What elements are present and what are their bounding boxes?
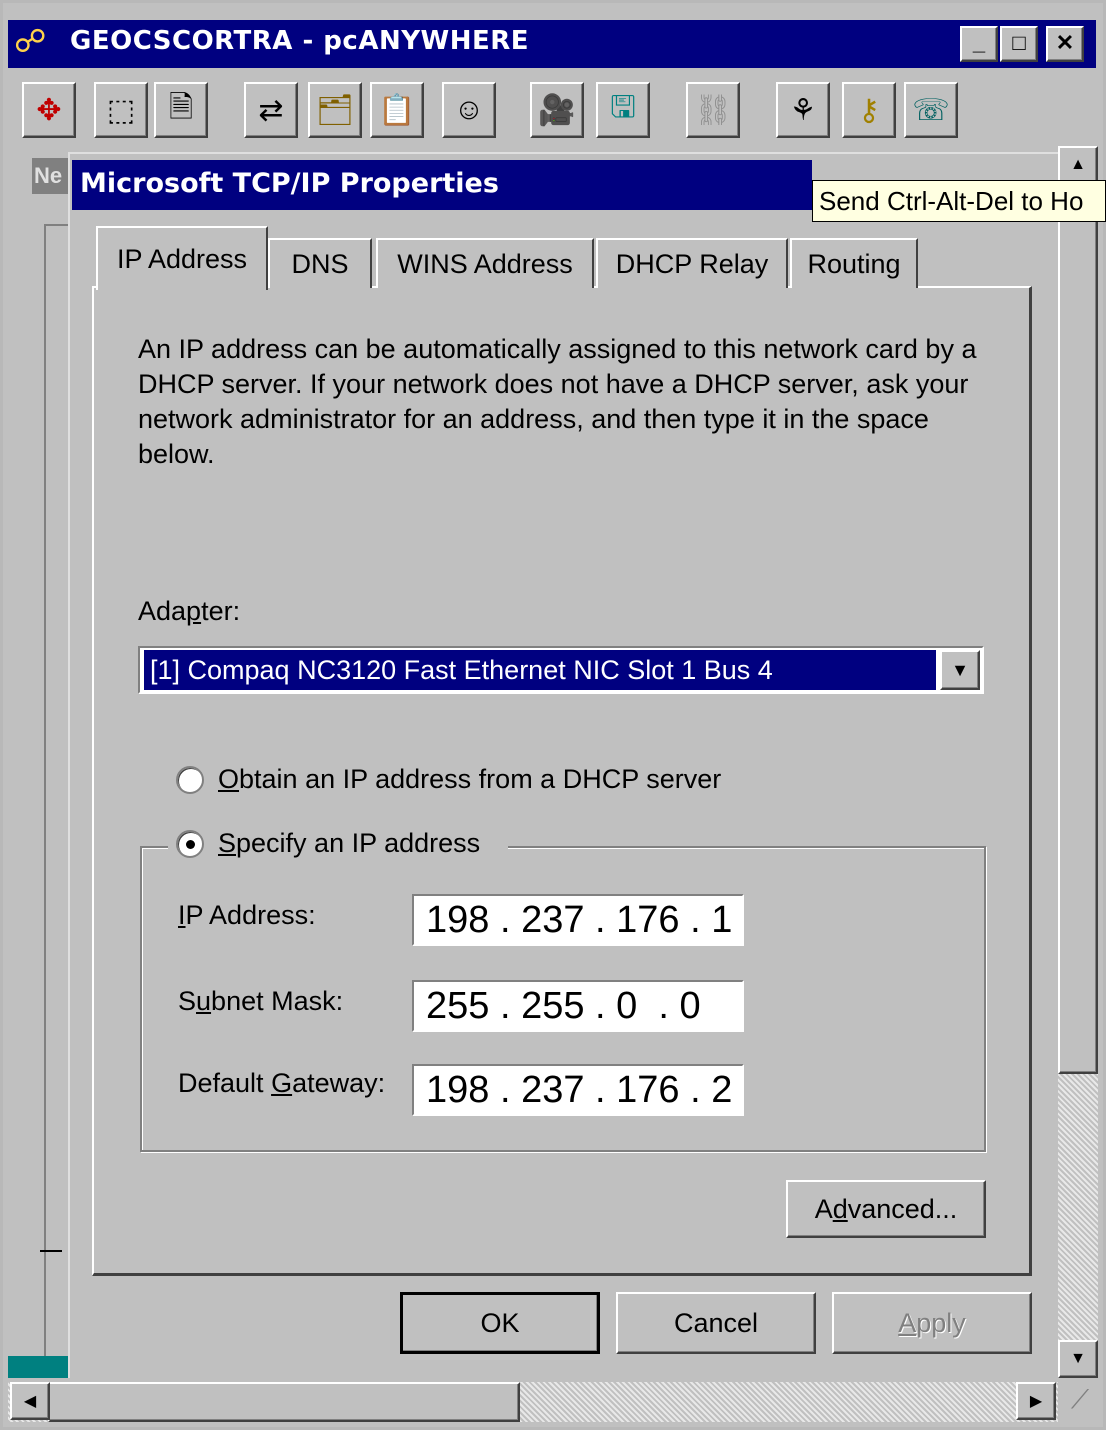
radio-obtain-dhcp-label[interactable]: Obtain an IP address from a DHCP server (218, 764, 721, 795)
radio-selected-dot (186, 840, 195, 849)
apply-button[interactable]: Apply (832, 1292, 1032, 1354)
transfer-icon[interactable]: ⇄ (244, 82, 298, 138)
desktop-strip (8, 1356, 68, 1378)
pcanywhere-app-icon: ☍ (14, 23, 47, 59)
scroll-up-button[interactable]: ▲ (1058, 146, 1098, 184)
arrow-up-icon: ▲ (1070, 156, 1086, 173)
record-icon[interactable]: 🎥 (530, 82, 584, 138)
dialog-title: Microsoft TCP/IP Properties (80, 168, 499, 199)
subnet-mask-label: Subnet Mask: (178, 986, 344, 1016)
cancel-button[interactable]: Cancel (616, 1292, 816, 1354)
adapter-selected-value[interactable]: [1] Compaq NC3120 Fast Ethernet NIC Slot… (143, 649, 937, 691)
properties-icon[interactable]: 🗎 (154, 82, 208, 138)
app-title: GEOCSCORTRA - pcANYWHERE (70, 26, 530, 56)
maximize-icon: □ (1012, 30, 1026, 55)
radio-specify-ip-label[interactable]: Specify an IP address (218, 828, 480, 859)
scroll-right-button[interactable]: ▶ (1016, 1382, 1056, 1420)
adapter-label: Adapter: (138, 596, 241, 626)
tab-wins-address[interactable]: WINS Address (376, 238, 594, 288)
ip-address-label: IP Address: (178, 900, 316, 930)
file-transfer-icon[interactable]: 🗂 (308, 82, 362, 138)
select-area-icon[interactable]: ⬚ (94, 82, 148, 138)
ok-button[interactable]: OK (400, 1292, 600, 1354)
arrow-down-icon: ▼ (1070, 1350, 1086, 1367)
disconnected-icon[interactable]: ⛓ (686, 82, 740, 138)
tooltip: Send Ctrl-Alt-Del to Ho (812, 180, 1106, 222)
minimize-icon: _ (972, 30, 986, 55)
default-gateway-field[interactable]: 198 . 237 . 176 . 2 (412, 1064, 744, 1116)
left-panel-tick (40, 1250, 62, 1252)
adapter-dropdown-button[interactable]: ▼ (940, 650, 980, 690)
vertical-scroll-thumb[interactable] (1058, 184, 1098, 1074)
send-ctrl-alt-del-icon[interactable]: ⚘ (776, 82, 830, 138)
arrow-left-icon: ◀ (23, 1393, 37, 1410)
default-gateway-label: Default Gateway: (178, 1068, 386, 1098)
clipboard-icon[interactable]: 📋 (370, 82, 424, 138)
arrows-icon[interactable]: ✥ (22, 82, 76, 138)
tab-routing[interactable]: Routing (790, 238, 918, 288)
radio-specify-ip[interactable] (176, 830, 204, 858)
resize-grip-icon[interactable]: ⟋ (1060, 1384, 1100, 1422)
advanced-button[interactable]: Ad vanced... (786, 1180, 986, 1238)
info-text: An IP address can be automatically assig… (138, 334, 977, 469)
scroll-left-button[interactable]: ◀ (10, 1382, 50, 1420)
arrow-right-icon: ▶ (1029, 1393, 1043, 1410)
subnet-mask-field[interactable]: 255 . 255 . 0 . 0 (412, 980, 744, 1032)
radio-obtain-dhcp[interactable] (176, 766, 204, 794)
chevron-down-icon: ▼ (951, 659, 969, 680)
tab-ip-address[interactable]: IP Address (96, 226, 268, 290)
close-button[interactable]: ✕ (1046, 26, 1084, 62)
save-icon[interactable]: 🖫 (596, 82, 650, 138)
ip-address-field[interactable]: 198 . 237 . 176 . 1 (412, 894, 744, 946)
horizontal-scroll-thumb[interactable] (48, 1382, 520, 1422)
close-icon: ✕ (1055, 30, 1075, 55)
minimize-button[interactable]: _ (960, 26, 998, 62)
left-panel-label: Ne (32, 158, 70, 194)
tab-dns[interactable]: DNS (268, 238, 372, 288)
help-icon[interactable]: ☏ (904, 82, 958, 138)
key-icon[interactable]: ⚷ (842, 82, 896, 138)
maximize-button[interactable]: □ (1000, 26, 1038, 62)
chat-icon[interactable]: ☺ (442, 82, 496, 138)
tab-dhcp-relay[interactable]: DHCP Relay (596, 238, 788, 288)
scroll-down-button[interactable]: ▼ (1058, 1340, 1098, 1378)
